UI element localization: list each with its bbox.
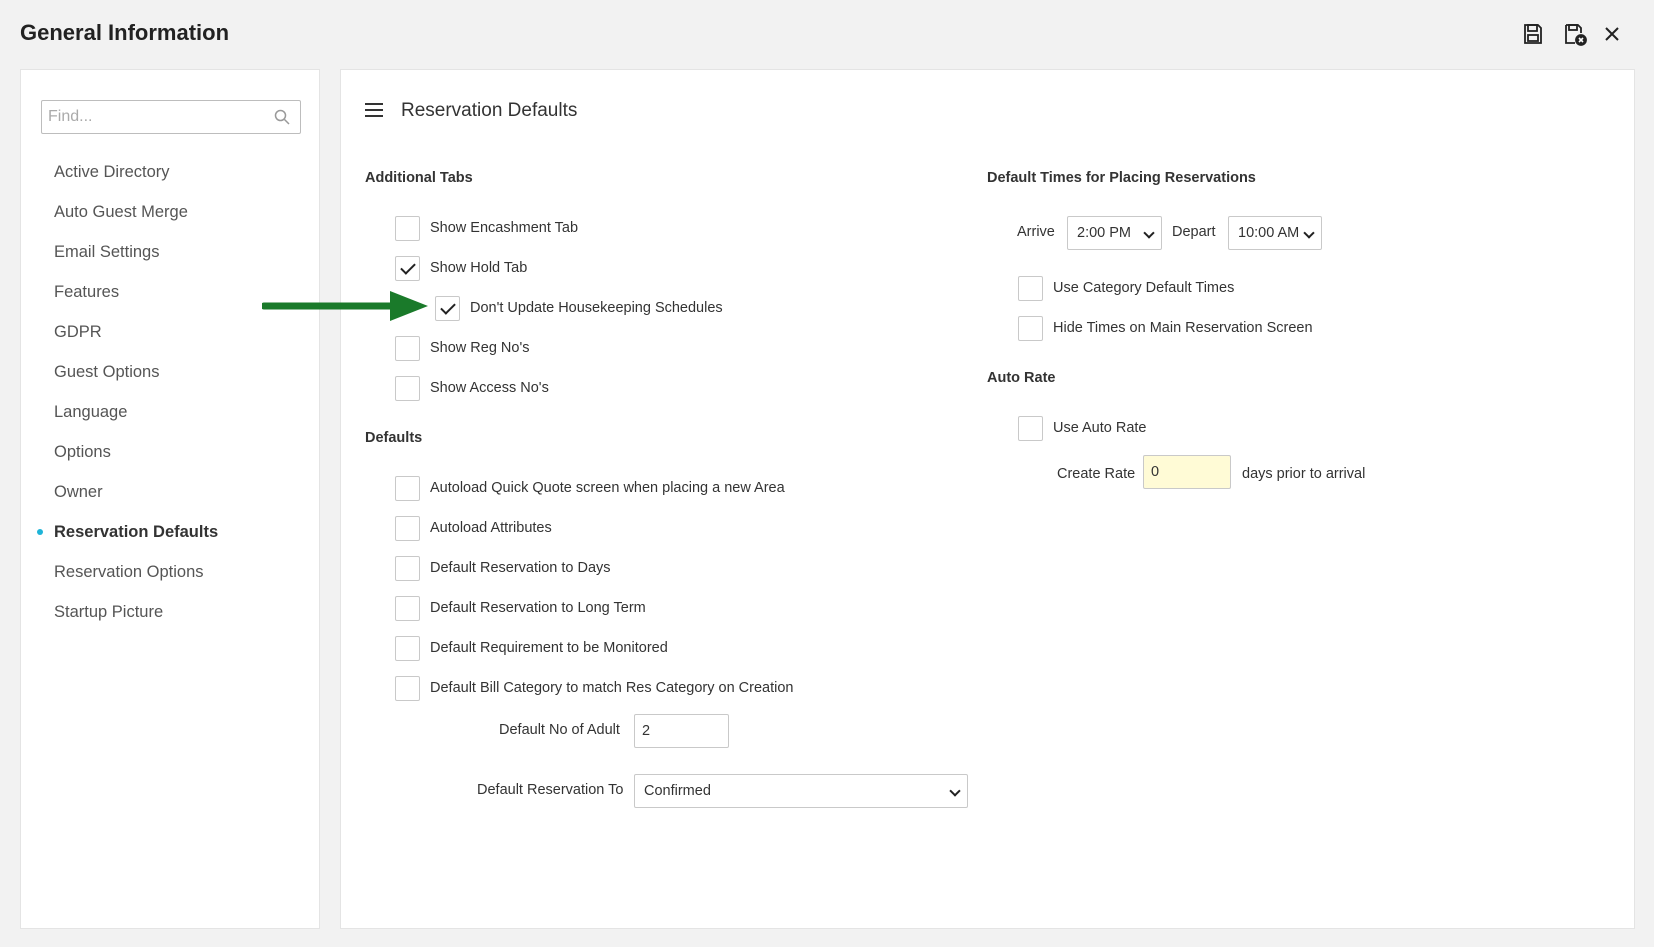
show-access-nos-checkbox[interactable] [395,375,420,401]
additional-tabs-heading: Additional Tabs [365,170,473,186]
checkbox-label: Default Bill Category to match Res Categ… [430,680,794,696]
checkbox-label: Hide Times on Main Reservation Screen [1053,320,1313,336]
default-res-to-long-term-checkbox[interactable] [395,595,420,621]
arrive-label: Arrive [1017,224,1055,240]
chevron-down-icon [1143,227,1155,239]
depart-label: Depart [1172,224,1216,240]
defaults-heading: Defaults [365,430,423,446]
select-value: Confirmed [644,783,711,799]
auto-rate-heading: Auto Rate [987,370,1056,386]
checkbox-row: Default Reservation to Long Term [395,595,646,621]
checkbox-row: Don't Update Housekeeping Schedules [435,295,723,321]
default-adults-label: Default No of Adult [499,722,620,738]
checkbox-row: Hide Times on Main Reservation Screen [1018,315,1313,341]
default-res-to-days-checkbox[interactable] [395,555,420,581]
checkbox-row: Show Encashment Tab [395,215,578,241]
sidebar-item-active-directory[interactable]: Active Directory [21,152,319,192]
hide-times-main-screen-checkbox[interactable] [1018,315,1043,341]
checkbox-label: Default Reservation to Long Term [430,600,646,616]
checkbox-row: Autoload Attributes [395,515,552,541]
sidebar-item-email-settings[interactable]: Email Settings [21,232,319,272]
search-box [41,100,301,134]
close-icon[interactable] [1600,22,1624,46]
checkbox-row: Show Access No's [395,375,549,401]
checkbox-row: Default Bill Category to match Res Categ… [395,675,793,701]
hamburger-menu-icon[interactable] [365,103,383,117]
checkbox-label: Autoload Quick Quote screen when placing… [430,480,785,496]
default-bill-category-checkbox[interactable] [395,675,420,701]
checkbox-label: Use Category Default Times [1053,280,1235,296]
checkbox-row: Default Requirement to be Monitored [395,635,668,661]
sidebar-item-reservation-defaults[interactable]: Reservation Defaults [21,512,319,552]
checkbox-label: Show Reg No's [430,340,530,356]
checkbox-label: Don't Update Housekeeping Schedules [470,300,723,316]
checkbox-label: Use Auto Rate [1053,420,1147,436]
checkbox-row: Autoload Quick Quote screen when placing… [395,475,785,501]
main-panel: Reservation Defaults Additional Tabs Sho… [340,69,1635,929]
checkbox-label: Show Hold Tab [430,260,528,276]
page-title: Reservation Defaults [401,100,578,121]
autoload-attributes-checkbox[interactable] [395,515,420,541]
callout-arrow-icon [262,291,428,321]
select-value: 2:00 PM [1077,225,1131,241]
default-times-heading: Default Times for Placing Reservations [987,170,1256,186]
checkbox-label: Show Access No's [430,380,549,396]
checkbox-row: Show Hold Tab [395,255,527,281]
sidebar-item-startup-picture[interactable]: Startup Picture [21,592,319,632]
sidebar-item-label: Reservation Defaults [54,523,219,541]
checkbox-row: Default Reservation to Days [395,555,611,581]
sidebar-item-owner[interactable]: Owner [21,472,319,512]
checkbox-label: Default Reservation to Days [430,560,611,576]
checkbox-label: Autoload Attributes [430,520,552,536]
checkbox-row: Use Category Default Times [1018,275,1234,301]
settings-sidebar: Active Directory Auto Guest Merge Email … [20,69,320,929]
save-icon[interactable] [1521,22,1545,46]
search-input[interactable] [42,101,262,133]
sidebar-item-language[interactable]: Language [21,392,319,432]
select-value: 10:00 AM [1238,225,1300,241]
window-header: General Information [0,0,1654,68]
default-reservation-to-select[interactable]: Confirmed [634,774,968,808]
use-category-default-times-checkbox[interactable] [1018,275,1043,301]
show-hold-tab-checkbox[interactable] [395,255,420,281]
sidebar-item-reservation-options[interactable]: Reservation Options [21,552,319,592]
search-icon[interactable] [274,109,290,125]
active-indicator-dot [37,529,43,535]
default-adults-input[interactable]: 2 [634,714,729,748]
show-reg-nos-checkbox[interactable] [395,335,420,361]
show-encashment-tab-checkbox[interactable] [395,215,420,241]
sidebar-item-auto-guest-merge[interactable]: Auto Guest Merge [21,192,319,232]
default-requirement-monitored-checkbox[interactable] [395,635,420,661]
checkbox-label: Default Requirement to be Monitored [430,640,668,656]
checkbox-label: Show Encashment Tab [430,220,579,236]
sidebar-item-options[interactable]: Options [21,432,319,472]
checkbox-row: Use Auto Rate [1018,415,1147,441]
arrive-time-select[interactable]: 2:00 PM [1067,216,1162,250]
sidebar-item-guest-options[interactable]: Guest Options [21,352,319,392]
default-reservation-to-label: Default Reservation To [477,782,624,798]
use-auto-rate-checkbox[interactable] [1018,415,1043,441]
create-rate-input[interactable]: 0 [1143,455,1231,489]
autoload-quick-quote-checkbox[interactable] [395,475,420,501]
checkbox-row: Show Reg No's [395,335,529,361]
save-close-icon[interactable] [1563,22,1587,46]
sidebar-nav: Active Directory Auto Guest Merge Email … [21,152,319,632]
create-rate-suffix: days prior to arrival [1242,466,1366,482]
chevron-down-icon [1303,227,1315,239]
depart-time-select[interactable]: 10:00 AM [1228,216,1322,250]
window-title: General Information [20,20,230,45]
chevron-down-icon [949,785,961,797]
create-rate-label: Create Rate [1057,466,1136,482]
dont-update-housekeeping-checkbox[interactable] [435,295,460,321]
